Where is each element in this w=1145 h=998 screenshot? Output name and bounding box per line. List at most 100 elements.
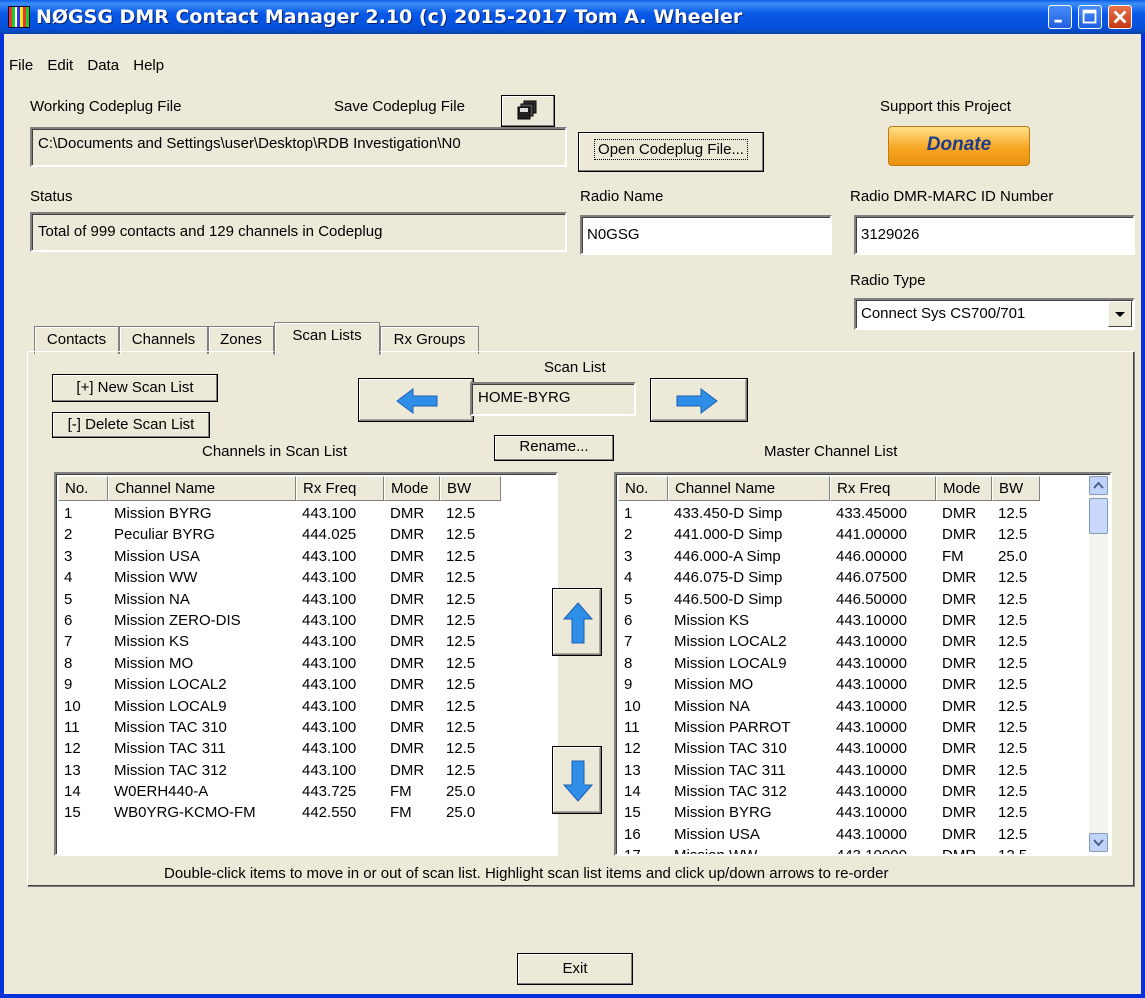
list-item[interactable]: 1 Mission BYRG 443.100 DMR 12.5 [58,505,501,526]
tab-scan-lists[interactable]: Scan Lists [274,322,380,355]
list-item[interactable]: 15 WB0YRG-KCMO-FM 442.550 FM 25.0 [58,804,501,825]
list-cell: 12.5 [998,740,1028,758]
list-item[interactable]: 10 Mission LOCAL9 443.100 DMR 12.5 [58,698,501,719]
list-cell: Mission TAC 310 [674,740,787,758]
col-mode[interactable]: Mode [384,476,440,501]
list-cell: 15 [624,804,641,822]
close-button[interactable] [1108,5,1132,29]
save-codeplug-button[interactable] [501,95,555,127]
col-bw[interactable]: BW [440,476,501,501]
app-icon[interactable] [8,6,30,28]
tab-zones[interactable]: Zones [208,326,274,354]
list-item[interactable]: 16 Mission USA 443.10000 DMR 12.5 [618,826,1040,847]
list-item[interactable]: 4 446.075-D Simp 446.07500 DMR 12.5 [618,569,1040,590]
list-item[interactable]: 8 Mission MO 443.100 DMR 12.5 [58,655,501,676]
list-cell: 9 [64,676,73,694]
list-cell: DMR [942,526,977,544]
list-item[interactable]: 15 Mission BYRG 443.10000 DMR 12.5 [618,804,1040,825]
col-rx-freq[interactable]: Rx Freq [296,476,384,501]
scroll-up-button[interactable] [1089,476,1108,495]
list-item[interactable]: 11 Mission TAC 310 443.100 DMR 12.5 [58,719,501,740]
list-item[interactable]: 3 Mission USA 443.100 DMR 12.5 [58,548,501,569]
list-item[interactable]: 10 Mission NA 443.10000 DMR 12.5 [618,698,1040,719]
list-item[interactable]: 12 Mission TAC 310 443.10000 DMR 12.5 [618,740,1040,761]
rename-button[interactable]: Rename... [494,435,614,461]
donate-button[interactable]: Donate [888,126,1030,166]
scroll-down-button[interactable] [1089,833,1108,852]
col-no[interactable]: No. [58,476,108,501]
list-cell: 3 [64,547,73,565]
list-cell: 441.000-D Simp [674,526,783,544]
menu-help[interactable]: Help [128,57,169,74]
tab-rx-groups[interactable]: Rx Groups [380,326,479,354]
list-item[interactable]: 17 Mission WW 443.10000 DMR 12.5 [618,847,1040,854]
scroll-thumb[interactable] [1089,498,1108,534]
list-item[interactable]: 14 Mission TAC 312 443.10000 DMR 12.5 [618,783,1040,804]
radio-name-input[interactable]: N0GSG [580,215,832,255]
open-codeplug-button[interactable]: Open Codeplug File... [578,132,764,172]
list-cell: Mission KS [674,611,750,629]
list-item[interactable]: 2 441.000-D Simp 441.00000 DMR 12.5 [618,526,1040,547]
list-item[interactable]: 7 Mission KS 443.100 DMR 12.5 [58,633,501,654]
list-cell: Mission TAC 311 [674,761,786,779]
radio-type-label: Radio Type [850,272,926,289]
list-cell: 7 [64,633,73,651]
previous-scan-list-button[interactable] [358,378,474,422]
list-item[interactable]: 13 Mission TAC 311 443.10000 DMR 12.5 [618,762,1040,783]
list-item[interactable]: 12 Mission TAC 311 443.100 DMR 12.5 [58,740,501,761]
list-item[interactable]: 5 446.500-D Simp 446.50000 DMR 12.5 [618,591,1040,612]
window-title: NØGSG DMR Contact Manager 2.10 (c) 2015-… [36,6,743,28]
list-item[interactable]: 7 Mission LOCAL2 443.10000 DMR 12.5 [618,633,1040,654]
list-item[interactable]: 13 Mission TAC 312 443.100 DMR 12.5 [58,762,501,783]
list-cell: Mission BYRG [114,505,212,522]
list-cell: 1 [624,505,633,522]
list-cell: 1 [64,505,73,522]
dmr-id-input[interactable]: 3129026 [854,215,1135,255]
list-cell: 6 [624,611,633,629]
title-bar[interactable]: NØGSG DMR Contact Manager 2.10 (c) 2015-… [0,0,1145,34]
col-channel-name[interactable]: Channel Name [108,476,296,501]
tab-channels[interactable]: Channels [119,326,208,354]
scan-channel-list[interactable]: No. Channel Name Rx Freq Mode BW 1 Missio… [54,472,558,856]
master-channel-list[interactable]: No. Channel Name Rx Freq Mode BW 1 433.45… [614,472,1112,856]
col-rx-freq[interactable]: Rx Freq [830,476,936,501]
app-window: NØGSG DMR Contact Manager 2.10 (c) 2015-… [0,0,1145,998]
list-item[interactable]: 1 433.450-D Simp 433.45000 DMR 12.5 [618,505,1040,526]
list-item[interactable]: 6 Mission KS 443.10000 DMR 12.5 [618,612,1040,633]
list-item[interactable]: 5 Mission NA 443.100 DMR 12.5 [58,591,501,612]
menu-edit[interactable]: Edit [42,57,78,74]
master-list-scrollbar[interactable] [1089,476,1108,852]
list-cell: 12.5 [446,505,476,522]
list-item[interactable]: 8 Mission LOCAL9 443.10000 DMR 12.5 [618,655,1040,676]
menu-data[interactable]: Data [82,57,124,74]
move-down-button[interactable] [552,746,602,814]
minimize-button[interactable] [1048,5,1072,29]
col-no[interactable]: No. [618,476,668,501]
arrow-up-icon [562,602,594,644]
radio-type-select[interactable]: Connect Sys CS700/701 [854,298,1135,330]
next-scan-list-button[interactable] [650,378,748,422]
list-cell: DMR [390,654,425,672]
list-cell: 10 [64,697,81,715]
col-mode[interactable]: Mode [936,476,992,501]
list-cell: DMR [390,611,425,629]
list-item[interactable]: 9 Mission LOCAL2 443.100 DMR 12.5 [58,676,501,697]
delete-scan-list-button[interactable]: [-] Delete Scan List [52,412,210,438]
col-channel-name[interactable]: Channel Name [668,476,830,501]
list-item[interactable]: 11 Mission PARROT 443.10000 DMR 12.5 [618,719,1040,740]
menu-file[interactable]: File [4,57,38,74]
list-item[interactable]: 2 Peculiar BYRG 444.025 DMR 12.5 [58,526,501,547]
move-up-button[interactable] [552,588,602,656]
tab-contacts[interactable]: Contacts [34,326,119,354]
list-item[interactable]: 6 Mission ZERO-DIS 443.100 DMR 12.5 [58,612,501,633]
list-cell: DMR [942,825,977,843]
exit-button[interactable]: Exit [517,953,633,985]
list-item[interactable]: 14 W0ERH440-A 443.725 FM 25.0 [58,783,501,804]
maximize-button[interactable] [1078,5,1102,29]
new-scan-list-button[interactable]: [+] New Scan List [52,374,218,402]
list-item[interactable]: 3 446.000-A Simp 446.00000 FM 25.0 [618,548,1040,569]
col-bw[interactable]: BW [992,476,1040,501]
list-item[interactable]: 9 Mission MO 443.10000 DMR 12.5 [618,676,1040,697]
dropdown-arrow-button[interactable] [1108,301,1132,327]
list-item[interactable]: 4 Mission WW 443.100 DMR 12.5 [58,569,501,590]
